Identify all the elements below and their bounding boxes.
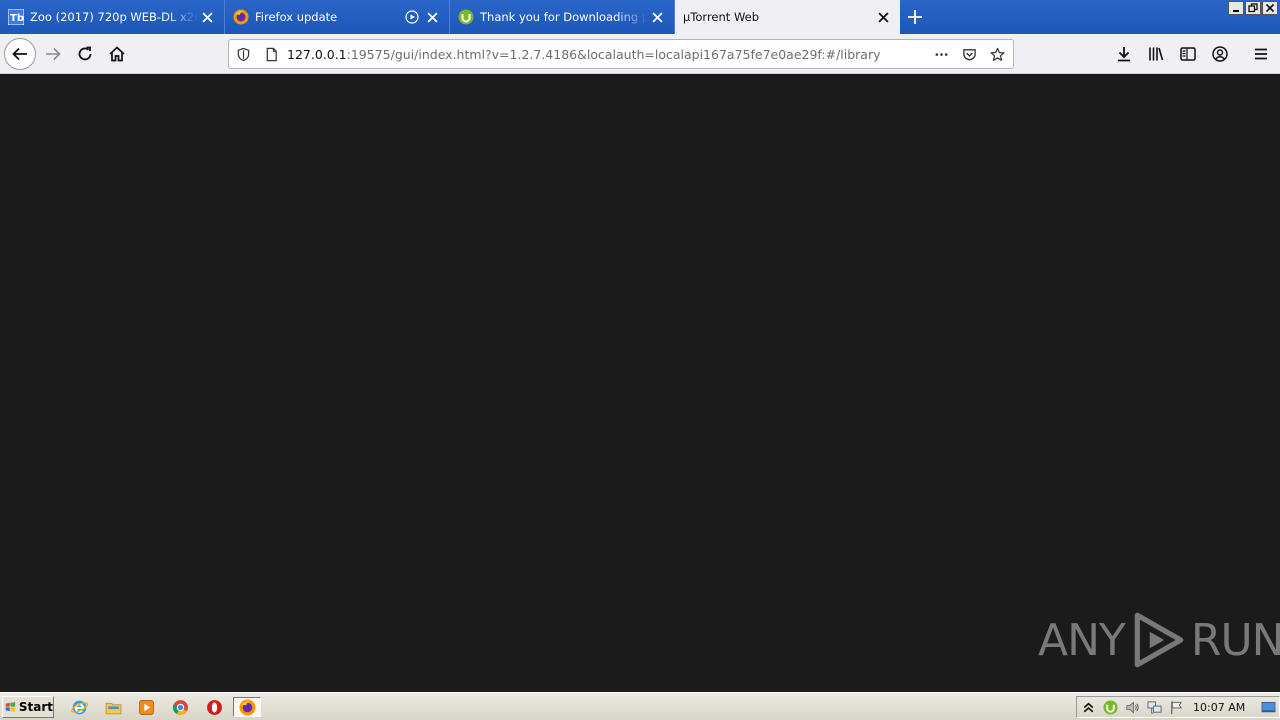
url-bar[interactable]: 127.0.0.1:19575/gui/index.html?v=1.2.7.4… bbox=[228, 39, 1014, 69]
hamburger-menu-icon bbox=[1255, 48, 1267, 60]
home-button[interactable] bbox=[101, 38, 133, 70]
tab-title: Zoo (2017) 720p WEB-DL x264 ESub bbox=[30, 10, 198, 24]
tab-utorrent-web[interactable]: µTorrent Web bbox=[675, 0, 900, 34]
tab-utorrent-thanks[interactable]: Thank you for Downloading µTorrent bbox=[450, 0, 675, 34]
navigation-toolbar: 127.0.0.1:19575/gui/index.html?v=1.2.7.4… bbox=[0, 34, 1280, 74]
taskbar-explorer[interactable] bbox=[99, 697, 127, 717]
anyrun-watermark: ANY RUN bbox=[1038, 608, 1280, 672]
page-actions-icon[interactable] bbox=[931, 44, 951, 64]
tab-title: Thank you for Downloading µTorrent bbox=[480, 10, 648, 24]
tray-volume[interactable] bbox=[1121, 697, 1143, 717]
reload-button[interactable] bbox=[69, 38, 101, 70]
page-content: ANY RUN bbox=[0, 74, 1280, 692]
arrow-left-icon bbox=[12, 47, 27, 61]
sidebar-icon bbox=[1180, 47, 1196, 61]
close-icon[interactable] bbox=[648, 8, 666, 26]
taskbar-opera[interactable] bbox=[200, 697, 228, 717]
utorrent-icon bbox=[1102, 699, 1118, 715]
back-button[interactable] bbox=[4, 38, 36, 70]
play-icon[interactable] bbox=[405, 10, 419, 24]
bookmark-star-icon[interactable] bbox=[987, 44, 1007, 64]
internet-explorer-icon bbox=[70, 700, 88, 714]
show-hidden-icons-button[interactable] bbox=[1077, 697, 1099, 717]
clock[interactable]: 10:07 AM bbox=[1193, 701, 1245, 714]
pocket-icon[interactable] bbox=[959, 44, 979, 64]
taskbar-ie[interactable] bbox=[65, 697, 93, 717]
tab-zoo[interactable]: Tb Zoo (2017) 720p WEB-DL x264 ESub bbox=[0, 0, 225, 34]
menu-button[interactable] bbox=[1249, 42, 1273, 66]
start-label: Start bbox=[18, 700, 53, 714]
download-icon bbox=[1118, 47, 1130, 62]
watermark-left-text: ANY bbox=[1038, 614, 1126, 666]
url-path: :19575/gui/index.html?v=1.2.7.4186&local… bbox=[346, 46, 881, 62]
utorrent-icon bbox=[458, 9, 474, 25]
downloads-button[interactable] bbox=[1112, 42, 1136, 66]
new-tab-button[interactable] bbox=[904, 6, 926, 28]
arrow-right-icon bbox=[46, 47, 61, 61]
folder-icon bbox=[105, 702, 121, 714]
library-button[interactable] bbox=[1144, 42, 1168, 66]
tab-title: Firefox update bbox=[255, 10, 338, 24]
sidebar-button[interactable] bbox=[1176, 42, 1200, 66]
forward-button[interactable] bbox=[37, 38, 69, 70]
tray-action-center[interactable] bbox=[1165, 697, 1187, 717]
url-host: 127.0.0.1 bbox=[287, 46, 347, 62]
media-player-icon bbox=[138, 699, 154, 715]
window-controls bbox=[1228, 1, 1278, 15]
opera-icon bbox=[206, 699, 222, 715]
tab-title: µTorrent Web bbox=[683, 10, 760, 24]
taskbar-media-player[interactable] bbox=[132, 697, 160, 717]
home-icon bbox=[109, 46, 125, 62]
play-logo-icon bbox=[1134, 612, 1184, 668]
account-button[interactable] bbox=[1208, 42, 1232, 66]
show-desktop-button[interactable] bbox=[1257, 697, 1279, 717]
watermark-right-text: RUN bbox=[1190, 614, 1280, 666]
taskbar-firefox[interactable] bbox=[233, 697, 261, 717]
reload-icon bbox=[78, 46, 92, 61]
windows-logo-icon bbox=[5, 702, 16, 712]
tab-strip: Tb Zoo (2017) 720p WEB-DL x264 ESub Fire… bbox=[0, 0, 1280, 34]
tv-site-icon: Tb bbox=[7, 8, 25, 26]
network-icon bbox=[1147, 700, 1161, 714]
system-tray: 10:07 AM bbox=[1076, 696, 1280, 718]
tab-firefox-update[interactable]: Firefox update bbox=[225, 0, 450, 34]
shield-icon[interactable] bbox=[233, 44, 253, 64]
close-icon[interactable] bbox=[198, 8, 216, 26]
plus-icon bbox=[908, 10, 922, 24]
svg-text:Tb: Tb bbox=[10, 13, 24, 24]
page-info-icon[interactable] bbox=[261, 44, 281, 64]
minimize-button[interactable] bbox=[1228, 1, 1244, 15]
close-icon[interactable] bbox=[874, 8, 892, 26]
url-text[interactable]: 127.0.0.1:19575/gui/index.html?v=1.2.7.4… bbox=[287, 47, 931, 62]
restore-button[interactable] bbox=[1245, 1, 1261, 15]
chevron-up-icon bbox=[1083, 702, 1093, 712]
close-window-button[interactable] bbox=[1262, 1, 1278, 15]
firefox-icon bbox=[239, 699, 255, 715]
desktop-icon bbox=[1261, 701, 1275, 712]
close-icon[interactable] bbox=[423, 8, 441, 26]
tray-network[interactable] bbox=[1143, 697, 1165, 717]
chrome-icon bbox=[172, 699, 188, 715]
firefox-icon bbox=[233, 9, 249, 25]
start-button[interactable]: Start bbox=[2, 696, 54, 718]
speaker-icon bbox=[1126, 701, 1139, 713]
taskbar-chrome[interactable] bbox=[166, 697, 194, 717]
account-icon bbox=[1212, 46, 1228, 62]
flag-icon bbox=[1170, 700, 1182, 714]
taskbar: Start 10:07 AM bbox=[0, 692, 1280, 720]
tray-utorrent[interactable] bbox=[1099, 697, 1121, 717]
library-icon bbox=[1149, 47, 1164, 61]
